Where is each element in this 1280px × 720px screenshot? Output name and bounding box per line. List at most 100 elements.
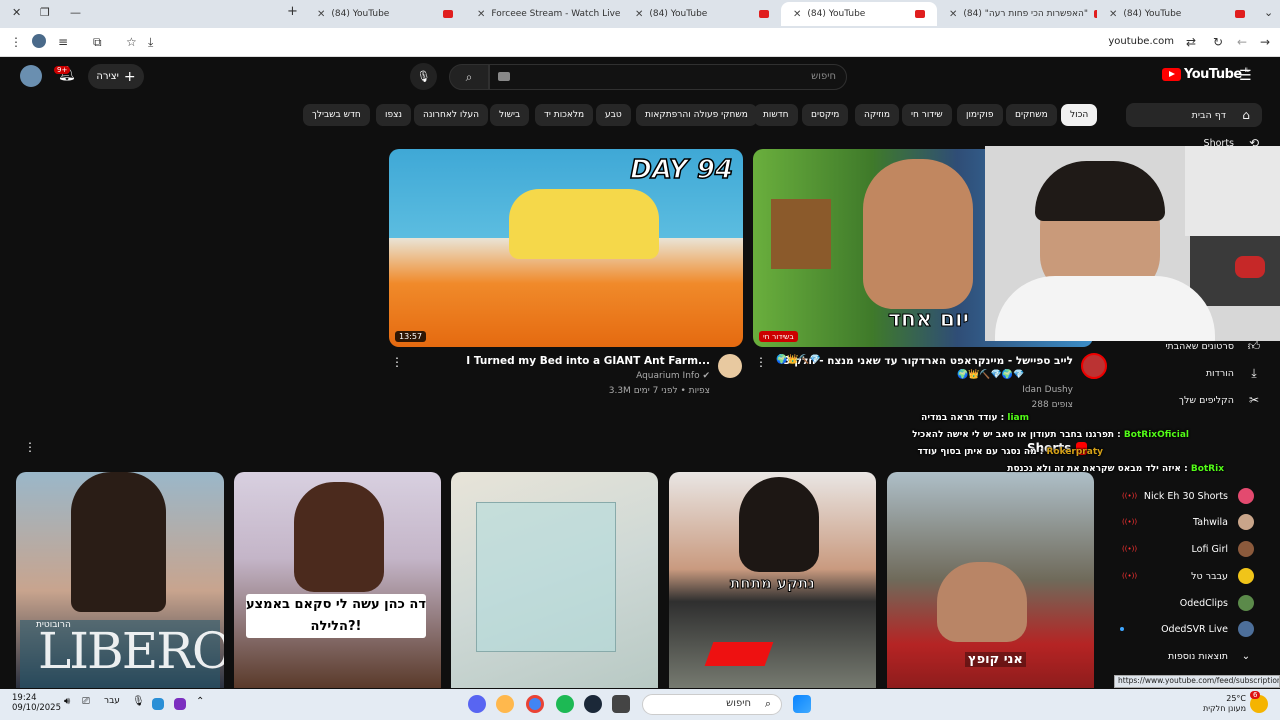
profile-avatar[interactable]	[32, 34, 46, 48]
browser-tab[interactable]: ✕ (84) YouTube	[1097, 2, 1257, 26]
network-icon[interactable]: ⎚	[82, 696, 90, 707]
chip[interactable]: פוקימון	[957, 104, 1003, 126]
channel-avatar[interactable]	[718, 354, 742, 378]
reading-list-icon[interactable]: ≡	[58, 35, 68, 49]
sidebar-subscription[interactable]: ((•)) Lofi Girl	[1104, 538, 1254, 560]
bookmark-star-icon[interactable]: ☆	[126, 35, 137, 49]
chat-text: תפרגנו בחבר תעודון או סאב יש לי אישה להא…	[912, 430, 1121, 440]
new-tab-icon[interactable]: +	[287, 4, 298, 19]
tab-search-icon[interactable]: ⌄	[1264, 6, 1273, 19]
video-title[interactable]: I Turned my Bed into a GIANT Ant Farm...	[466, 355, 710, 367]
chip[interactable]: חדשות	[754, 104, 798, 126]
install-app-icon[interactable]: ⤓	[148, 35, 153, 50]
keyboard-icon[interactable]	[498, 72, 510, 81]
search-button[interactable]: ⌕	[449, 64, 489, 90]
chrome-icon[interactable]	[526, 695, 544, 713]
close-tab-icon[interactable]: ✕	[793, 9, 801, 20]
close-tab-icon[interactable]: ✕	[477, 9, 485, 20]
clock[interactable]: 19:24 09/10/2025	[12, 693, 61, 713]
chip[interactable]: בישול	[490, 104, 530, 126]
youtube-logo[interactable]: YouTube IL	[1162, 67, 1249, 82]
create-label: יצירה	[96, 71, 119, 82]
chip[interactable]: משחקים	[1006, 104, 1057, 126]
browser-tab[interactable]: ✕ (84) "האפשרות הכי פחות רעה"	[937, 2, 1097, 26]
sidebar-subscription[interactable]: OdedClips	[1104, 592, 1254, 614]
short-thumbnail[interactable]	[451, 472, 658, 688]
app-icon[interactable]	[496, 695, 514, 713]
chevron-up-icon[interactable]: ⌃	[196, 696, 204, 707]
more-options-icon[interactable]: ⋮	[755, 355, 767, 369]
chip-all[interactable]: הכול	[1061, 104, 1098, 126]
sidebar-item-clips[interactable]: הקליפים שלך ✂	[1126, 388, 1262, 412]
short-thumbnail[interactable]: נתקע מתחת	[669, 472, 876, 688]
chip[interactable]: מלאכות יד	[535, 104, 594, 126]
close-tab-icon[interactable]: ✕	[1109, 9, 1117, 20]
sidebar-subscription[interactable]: ((•)) Nick Eh 30 Shorts	[1104, 485, 1254, 507]
microphone-tray-icon[interactable]: 🎙︎	[132, 696, 145, 707]
browser-tab-active[interactable]: ✕ (84) YouTube	[781, 2, 937, 26]
sidebar-item-downloads[interactable]: הורדות ⤓	[1126, 361, 1262, 385]
chip[interactable]: מיקסים	[802, 104, 849, 126]
search-placeholder: חיפוש	[811, 71, 836, 82]
app-icon[interactable]	[612, 695, 630, 713]
sidebar-item-home[interactable]: דף הבית ⌂	[1126, 103, 1262, 127]
weather-desc: מעונן חלקית	[1202, 704, 1246, 713]
chip[interactable]: חדש בשבילך	[303, 104, 370, 126]
channel-name[interactable]: Aquarium Info ✔	[636, 371, 710, 381]
steam-icon[interactable]	[584, 695, 602, 713]
browser-tab[interactable]: ✕ (84) YouTube	[623, 2, 781, 26]
create-button[interactable]: יצירה +	[88, 64, 144, 89]
chip[interactable]: משחקי פעולה והרפתקאות	[636, 104, 757, 126]
chip[interactable]: מוזיקה	[855, 104, 899, 126]
sidebar-show-more[interactable]: תוצאות נוספות ⌄	[1104, 645, 1254, 667]
discord-icon[interactable]	[468, 695, 486, 713]
browser-tab-strip: ✕ ❐ — + ✕ (84) YouTube ✕ Forceee Stream …	[0, 0, 1280, 28]
language-indicator[interactable]: עבר	[104, 696, 120, 706]
shorts-more-options-icon[interactable]: ⋮	[24, 440, 36, 454]
video-title[interactable]: לייב ספיישל - מיינקראפט הארדקור עד שאני …	[783, 355, 1073, 367]
minimize-window-icon[interactable]: —	[70, 6, 81, 19]
sidebar-subscription[interactable]: ((•)) Tahwila	[1104, 511, 1254, 533]
chip[interactable]: טבע	[596, 104, 631, 126]
short-thumbnail[interactable]: הרובוטית LIBERO	[16, 472, 224, 688]
site-info-icon[interactable]: ⇄	[1186, 35, 1196, 49]
short-thumbnail[interactable]: אני קופץ	[887, 472, 1094, 688]
chat-text: מה נסגר עם איתן בסוף עודד :	[917, 447, 1044, 457]
weather-widget[interactable]: 25°C מעונן חלקית	[1200, 694, 1246, 714]
back-icon[interactable]: →	[1260, 35, 1270, 49]
close-tab-icon[interactable]: ✕	[949, 9, 957, 20]
chat-username: Rokerpraty	[1046, 447, 1103, 457]
browser-tab[interactable]: ✕ Forceee Stream - Watch Live on	[465, 2, 623, 26]
short-thumbnail[interactable]: דה כהן עשה לי סקאם באמצע הלילה?!	[234, 472, 441, 688]
volume-icon[interactable]: 🔊︎	[64, 696, 70, 707]
extensions-icon[interactable]: ⧉	[93, 35, 102, 50]
video-thumbnail[interactable]: DAY 94 13:57	[389, 149, 743, 347]
chip[interactable]: שידור חי	[902, 104, 952, 126]
channel-name[interactable]: Idan Dushy	[1022, 385, 1073, 395]
chip[interactable]: נצפו	[376, 104, 412, 126]
tray-app-icon[interactable]	[152, 698, 164, 710]
account-avatar[interactable]	[20, 65, 42, 87]
forward-icon[interactable]: ←	[1237, 35, 1247, 49]
close-tab-icon[interactable]: ✕	[635, 9, 643, 20]
taskbar-search[interactable]: חיפוש ⌕	[642, 694, 782, 715]
more-options-icon[interactable]: ⋮	[391, 355, 403, 369]
voice-search-button[interactable]: 🎙︎	[410, 63, 437, 90]
chip[interactable]: העלו לאחרונה	[414, 104, 488, 126]
sidebar-subscription[interactable]: ((•)) עבבר טל	[1104, 565, 1254, 587]
chat-text: עודד תראה במדיה :	[921, 413, 1005, 423]
close-window-icon[interactable]: ✕	[12, 6, 21, 19]
reload-icon[interactable]: ↻	[1213, 35, 1223, 49]
channel-avatar-live[interactable]	[1081, 353, 1107, 379]
windows-start-icon[interactable]	[793, 695, 811, 713]
menu-dots-icon[interactable]: ⋮	[10, 35, 22, 49]
browser-tab[interactable]: ✕ (84) YouTube	[305, 2, 465, 26]
sidebar-subscription[interactable]: OdedSVR Live	[1104, 618, 1254, 640]
spotify-icon[interactable]	[556, 695, 574, 713]
hamburger-menu-icon[interactable]: ☰	[1239, 68, 1252, 84]
restore-window-icon[interactable]: ❐	[40, 6, 50, 19]
close-tab-icon[interactable]: ✕	[317, 9, 325, 20]
address-bar[interactable]: youtube.com	[1108, 36, 1174, 47]
search-input[interactable]: חיפוש	[489, 64, 847, 90]
onenote-icon[interactable]	[174, 698, 186, 710]
